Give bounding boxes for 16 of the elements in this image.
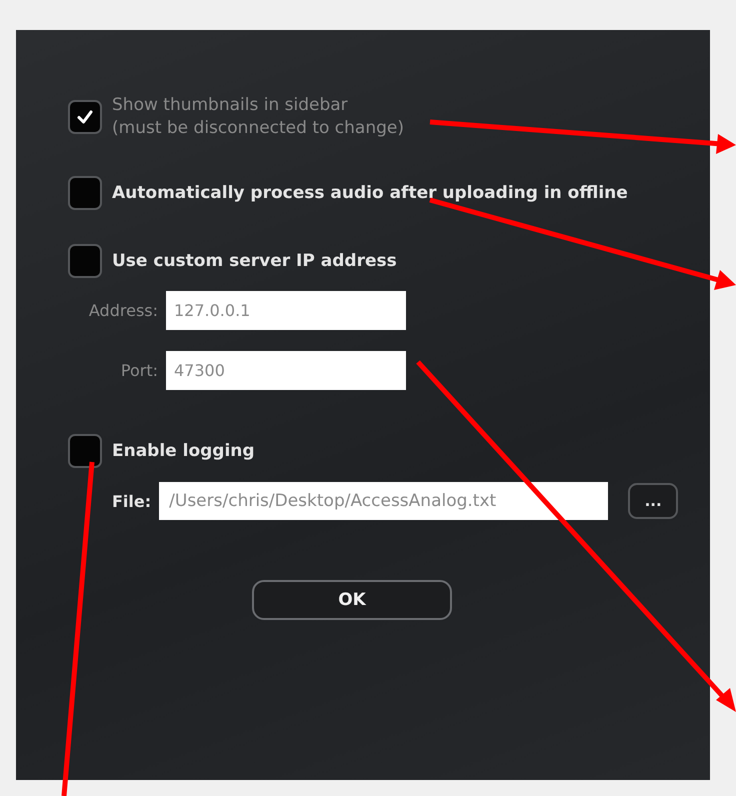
checkbox[interactable] <box>68 434 102 468</box>
option-label: Automatically process audio after uploading in offline <box>112 183 628 203</box>
option-note: (must be disconnected to change) <box>112 117 404 140</box>
field-label: Port: <box>120 361 158 380</box>
text-field[interactable]: 47300 <box>166 351 406 390</box>
text-field[interactable]: 127.0.0.1 <box>166 291 406 330</box>
ok-button[interactable]: OK <box>252 580 452 620</box>
browse-button[interactable]: ... <box>628 483 678 519</box>
field-label: Address: <box>88 301 158 320</box>
option-label: Show thumbnails in sidebar <box>112 94 349 117</box>
option-label: Use custom server IP address <box>112 251 397 271</box>
field-label: File: <box>112 492 152 510</box>
checkbox[interactable] <box>68 244 102 278</box>
checkbox[interactable] <box>68 176 102 210</box>
option-label: Enable logging <box>112 441 255 461</box>
file-path-field[interactable]: /Users/chris/Desktop/AccessAnalog.txt <box>159 482 608 520</box>
